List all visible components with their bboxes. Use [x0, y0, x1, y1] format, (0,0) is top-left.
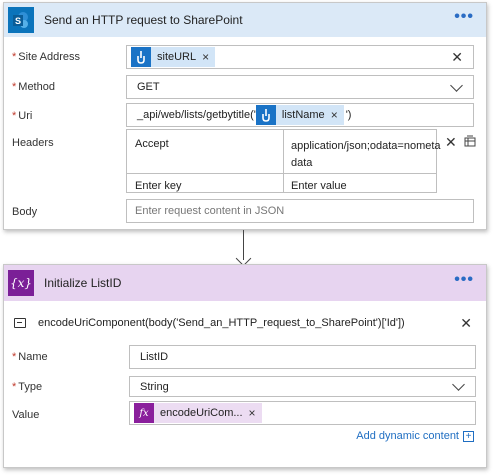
http-request-action-card: S Send an HTTP request to SharePoint •••… [3, 2, 487, 230]
sharepoint-token-icon [131, 47, 151, 67]
fx-icon: fx [134, 403, 154, 423]
initialize-variable-action-card: {x} Initialize ListID ••• encodeUriCompo… [3, 264, 487, 468]
http-request-action-title: Send an HTTP request to SharePoint [44, 13, 243, 27]
more-options-icon[interactable]: ••• [454, 272, 474, 288]
initialize-variable-title: Initialize ListID [44, 276, 122, 290]
site-url-token[interactable]: siteURL × [131, 47, 216, 67]
initialize-variable-header[interactable]: {x} Initialize ListID ••• [4, 265, 486, 301]
site-address-field[interactable]: siteURL × ✕ [126, 45, 474, 69]
header-key-input[interactable]: Enter key [129, 174, 187, 198]
headers-table: Accept application/json;odata=nometa dat… [126, 129, 441, 193]
site-address-label: * Site Address [12, 51, 81, 63]
method-value: GET [137, 81, 160, 93]
chevron-down-icon [452, 378, 465, 391]
comment-text: encodeUriComponent(body('Send_an_HTTP_re… [38, 317, 405, 329]
add-dynamic-content-link[interactable]: Add dynamic content + [356, 430, 474, 442]
uri-prefix: _api/web/lists/getbytitle(' [137, 109, 256, 121]
variable-type-value: String [140, 380, 169, 393]
list-name-token-label: listName [281, 109, 325, 121]
sharepoint-icon: S [8, 7, 34, 33]
clear-field-icon[interactable]: ✕ [451, 49, 463, 66]
remove-token-icon[interactable]: × [202, 50, 209, 64]
plus-icon: + [463, 430, 474, 442]
body-label: Body [12, 206, 38, 218]
headers-label: Headers [12, 137, 54, 149]
body-field[interactable]: Enter request content in JSON [126, 199, 474, 223]
method-dropdown[interactable]: GET [126, 75, 474, 99]
name-label: * Name [12, 351, 48, 363]
variable-name-value: ListID [140, 351, 169, 363]
uri-suffix: ') [345, 109, 352, 121]
header-key-cell[interactable]: Accept [129, 132, 175, 156]
body-placeholder: Enter request content in JSON [135, 205, 285, 217]
method-label: * Method [12, 81, 55, 93]
list-name-token[interactable]: listName × [255, 105, 344, 125]
chevron-down-icon [450, 79, 463, 92]
expression-token[interactable]: fx encodeUriCom... × [134, 403, 262, 423]
comment-icon [14, 318, 26, 328]
value-label: Value [12, 409, 40, 421]
variable-name-input[interactable]: ListID [129, 345, 476, 369]
site-url-token-label: siteURL [157, 51, 197, 63]
delete-header-icon[interactable]: ✕ [445, 134, 457, 151]
action-comment[interactable]: encodeUriComponent(body('Send_an_HTTP_re… [14, 317, 405, 329]
http-request-action-header[interactable]: S Send an HTTP request to SharePoint ••• [4, 3, 486, 37]
header-value-cell[interactable]: application/json;odata=nometa data [285, 132, 441, 178]
svg-text:S: S [15, 16, 21, 26]
variable-value-field[interactable]: fx encodeUriCom... × [129, 401, 476, 425]
remove-token-icon[interactable]: × [249, 406, 256, 420]
switch-to-text-icon[interactable] [464, 135, 476, 150]
type-label: * Type [12, 381, 43, 393]
uri-field[interactable]: _api/web/lists/getbytitle(' listName × '… [126, 103, 474, 127]
header-value-input[interactable]: Enter value [285, 174, 353, 198]
remove-token-icon[interactable]: × [331, 108, 338, 122]
variable-type-dropdown[interactable]: String [129, 376, 476, 397]
uri-label: * Uri [12, 110, 33, 122]
close-comment-icon[interactable]: ✕ [460, 315, 472, 332]
sharepoint-token-icon [255, 105, 276, 125]
expression-token-label: encodeUriCom... [160, 407, 243, 419]
more-options-icon[interactable]: ••• [454, 9, 474, 25]
variable-icon: {x} [8, 270, 34, 296]
